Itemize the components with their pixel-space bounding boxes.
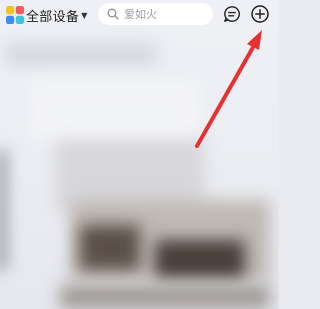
device-selector-label: 全部设备	[26, 9, 80, 25]
blurred-photo-dark-1	[80, 225, 140, 270]
caret-down-icon: ▼	[81, 11, 88, 20]
blurred-banner	[6, 44, 156, 64]
app-logo-icon	[6, 6, 24, 24]
search-bar[interactable]: 爱如火	[98, 3, 213, 25]
blurred-content-area	[0, 0, 279, 309]
blurred-photo-bottom	[60, 285, 270, 309]
add-circle-icon[interactable]	[250, 4, 270, 24]
blurred-photo-dark-2	[155, 240, 245, 278]
device-selector[interactable]: 全部设备 ▼	[26, 6, 88, 25]
message-icon[interactable]	[223, 5, 241, 23]
top-bar: 全部设备 ▼ 爱如火	[0, 0, 279, 32]
search-placeholder: 爱如火	[124, 8, 157, 21]
blurred-card-light	[30, 80, 200, 140]
blurred-left-edge	[0, 150, 6, 270]
search-icon	[107, 8, 119, 20]
